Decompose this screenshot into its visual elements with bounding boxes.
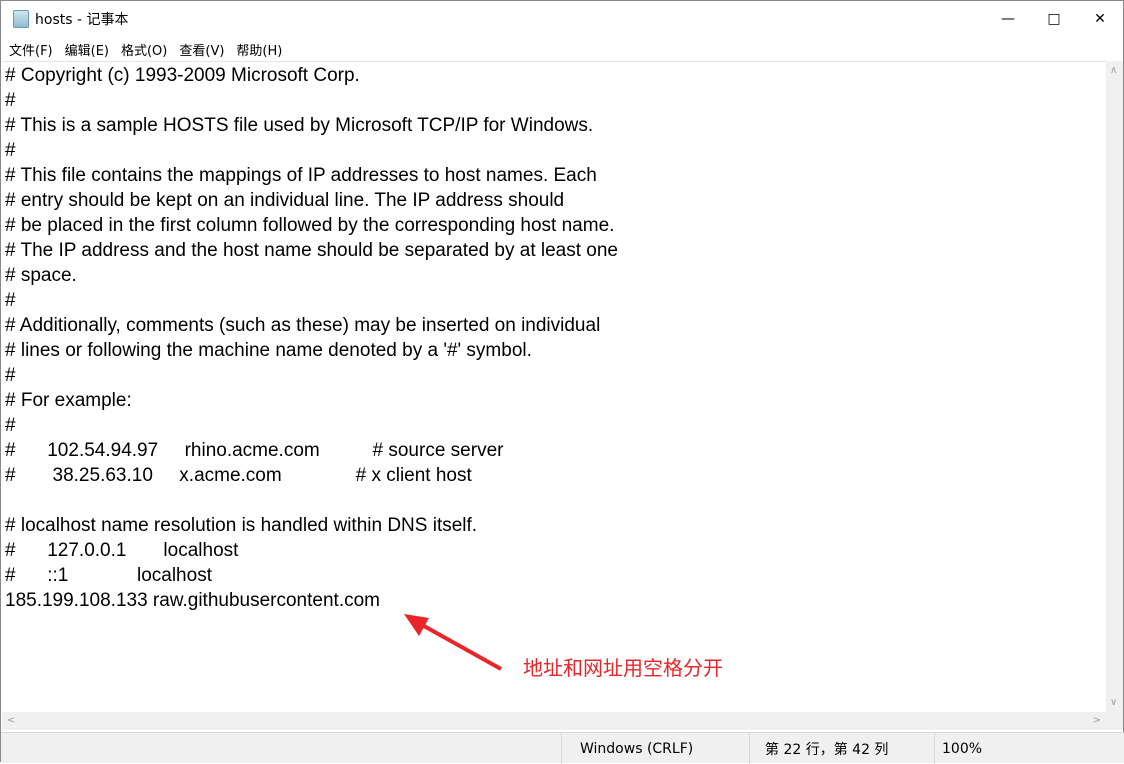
arrow-shaft [414, 619, 502, 671]
annotation-text: 地址和网址用空格分开 [523, 656, 723, 680]
annotation-arrow [404, 614, 502, 671]
